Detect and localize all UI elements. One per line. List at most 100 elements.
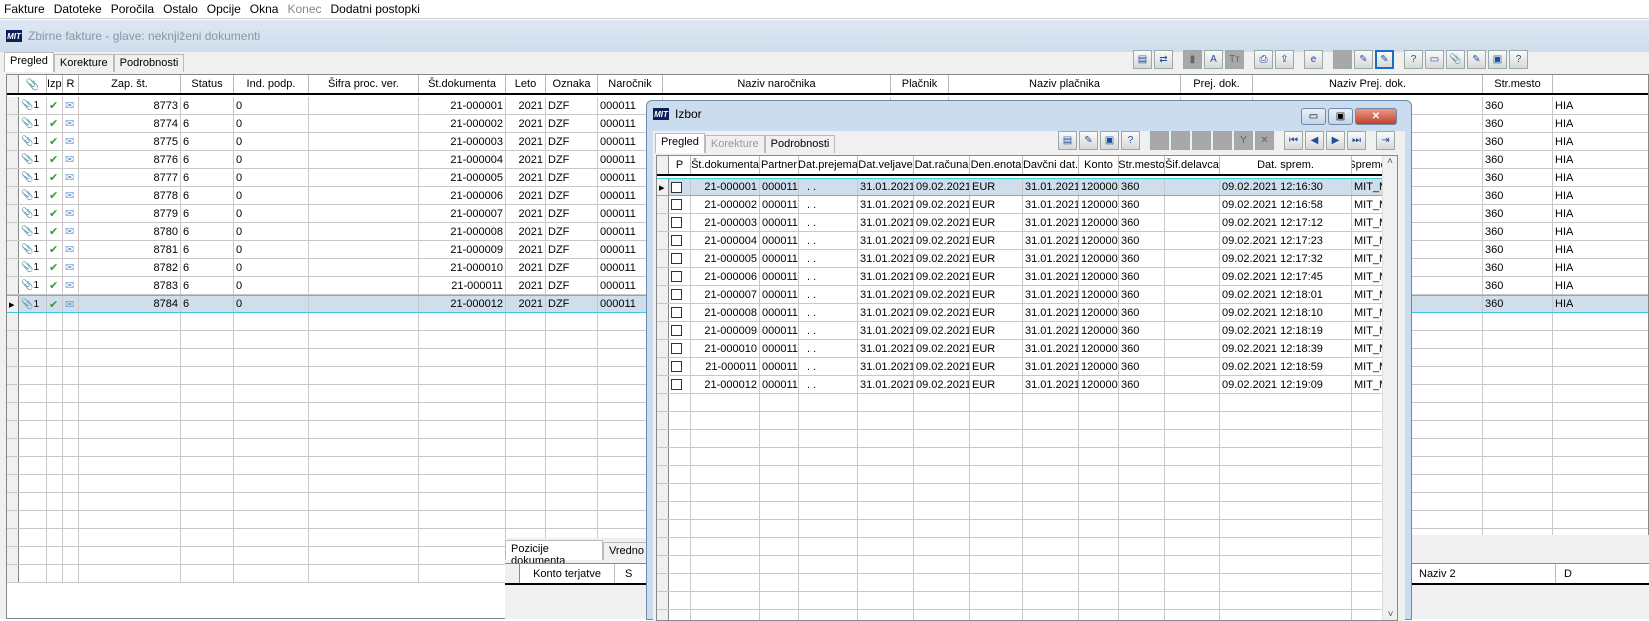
empty-row[interactable] [657,502,1384,520]
col-header[interactable]: Str.mesto [1119,156,1165,174]
help-doc-icon[interactable]: ? [1404,50,1423,69]
col-header[interactable]: Izp. [47,75,63,93]
select-checkbox[interactable] [671,217,682,228]
table-row[interactable]: 21-000011 000011. . 31.01.2021 09.02.2021 EU… [657,358,1384,376]
help-icon[interactable]: ? [1121,131,1140,150]
attachment-cell[interactable]: 📎 1 [19,241,47,258]
attachment-cell[interactable]: 📎 1 [19,223,47,240]
empty-row[interactable] [657,394,1384,412]
dialog-scrollbar[interactable]: ˄ ˅ [1382,156,1397,620]
col-header[interactable]: R [63,75,79,93]
menu-dodatni-postopki[interactable]: Dodatni postopki [331,2,420,16]
select-checkbox[interactable] [671,235,682,246]
attachment-cell[interactable]: 📎 1 [19,277,47,294]
empty-row[interactable] [657,466,1384,484]
prev-icon[interactable]: ◀ [1305,131,1324,150]
report-icon[interactable]: ▤ [1133,50,1152,69]
new-icon[interactable] [1150,131,1169,150]
close-button[interactable]: ✕ [1355,108,1397,125]
menu-ostalo[interactable]: Ostalo [163,2,198,16]
minimize-button[interactable]: ▭ [1301,108,1326,125]
ie-icon[interactable]: e [1304,50,1323,69]
menu-datoteke[interactable]: Datoteke [54,2,102,16]
paperclip-icon[interactable]: 📎 [21,244,33,255]
table-row[interactable]: 21-000004 000011. . 31.01.2021 09.02.2021 EU… [657,232,1384,250]
select-cell[interactable] [669,179,691,195]
col-header[interactable]: Leto [506,75,546,93]
last-icon[interactable]: ⏭ [1347,131,1366,150]
report-icon[interactable]: ▤ [1058,131,1077,150]
col-header[interactable]: Prej. dok. [1181,75,1253,93]
col-header[interactable]: Št.dokumenta [419,75,506,93]
empty-row[interactable] [657,574,1384,592]
col-header[interactable]: Davčni dat. [1023,156,1079,174]
clear-filter-icon[interactable]: ✕ [1255,131,1274,150]
paperclip-icon[interactable]: 📎 [21,100,33,111]
table-row[interactable]: 21-000012 000011. . 31.01.2021 09.02.2021 EU… [657,376,1384,394]
window-icon[interactable]: ▭ [1425,50,1444,69]
select-checkbox[interactable] [671,307,682,318]
select-cell[interactable] [669,340,691,357]
select-checkbox[interactable] [671,325,682,336]
empty-row[interactable] [657,430,1384,448]
table-row[interactable]: 21-000009 000011. . 31.01.2021 09.02.2021 EU… [657,322,1384,340]
select-cell[interactable] [669,376,691,393]
edit-active-icon[interactable]: ✎ [1375,50,1394,69]
tab-podrobnosti[interactable]: Podrobnosti [764,135,836,153]
select-cell[interactable] [669,268,691,285]
attachment-cell[interactable]: 📎 1 [19,296,47,312]
paperclip-icon[interactable]: 📎 [21,280,33,291]
select-cell[interactable] [669,322,691,339]
select-cell[interactable] [669,358,691,375]
attachment-cell[interactable]: 📎 1 [19,133,47,150]
col-header[interactable] [1553,75,1648,93]
paperclip-icon[interactable]: 📎 [21,118,33,129]
select-checkbox[interactable] [671,253,682,264]
select-cell[interactable] [669,196,691,213]
table-row[interactable]: 21-000008 000011. . 31.01.2021 09.02.2021 EU… [657,304,1384,322]
attachment-cell[interactable]: 📎 1 [19,151,47,168]
menu-konec[interactable]: Konec [287,2,321,16]
col-header[interactable]: Naročnik [598,75,663,93]
col-header[interactable]: Dat.prejema [799,156,858,174]
paperclip-icon[interactable]: 📎 [21,208,33,219]
select-checkbox[interactable] [671,289,682,300]
edit-icon[interactable]: ✎ [1079,131,1098,150]
col-d[interactable]: D [1556,564,1572,583]
pdf-icon[interactable]: ⎙ [1254,50,1273,69]
tab-pregled[interactable]: Pregled [655,133,705,153]
empty-row[interactable] [657,610,1384,620]
table-row[interactable]: 21-000002 000011. . 31.01.2021 09.02.2021 EU… [657,196,1384,214]
menu-okna[interactable]: Okna [250,2,279,16]
empty-row[interactable] [657,412,1384,430]
table-row[interactable]: 21-000007 000011. . 31.01.2021 09.02.2021 EU… [657,286,1384,304]
select-checkbox[interactable] [671,361,682,372]
col-s[interactable]: S [615,564,632,583]
col-header[interactable]: Spreme [1352,156,1384,174]
table-row[interactable]: 21-000010 000011. . 31.01.2021 09.02.2021 EU… [657,340,1384,358]
attachment-cell[interactable]: 📎 1 [19,205,47,222]
select-checkbox[interactable] [671,379,682,390]
col-header[interactable]: Status [181,75,234,93]
maximize-button[interactable]: ▣ [1328,108,1353,125]
col-header[interactable]: Oznaka [546,75,598,93]
exit-icon[interactable]: ⇥ [1376,131,1395,150]
table-row[interactable]: 21-000003 000011. . 31.01.2021 09.02.2021 EU… [657,214,1384,232]
attachment-cell[interactable]: 📎 1 [19,169,47,186]
paperclip-icon[interactable]: 📎 [1446,50,1465,69]
col-header[interactable]: Naziv Prej. dok. [1253,75,1483,93]
paperclip-icon[interactable]: 📎 [21,172,33,183]
search-icon[interactable] [1213,131,1232,150]
card-icon[interactable]: ▣ [1488,50,1507,69]
first-icon[interactable]: ⏮ [1284,131,1303,150]
col-header[interactable]: Plačnik [891,75,949,93]
col-header[interactable]: Dat. sprem. [1220,156,1352,174]
empty-row[interactable] [657,448,1384,466]
table-row[interactable]: 21-000005 000011. . 31.01.2021 09.02.2021 EU… [657,250,1384,268]
attachment-cell[interactable]: 📎 1 [19,97,47,114]
pencil-icon[interactable]: ✎ [1467,50,1486,69]
doc-gray-icon[interactable]: ▮ [1183,50,1202,69]
col-header[interactable]: Št.dokumenta [691,156,760,174]
paperclip-icon[interactable]: 📎 [21,190,33,201]
empty-row[interactable] [657,520,1384,538]
